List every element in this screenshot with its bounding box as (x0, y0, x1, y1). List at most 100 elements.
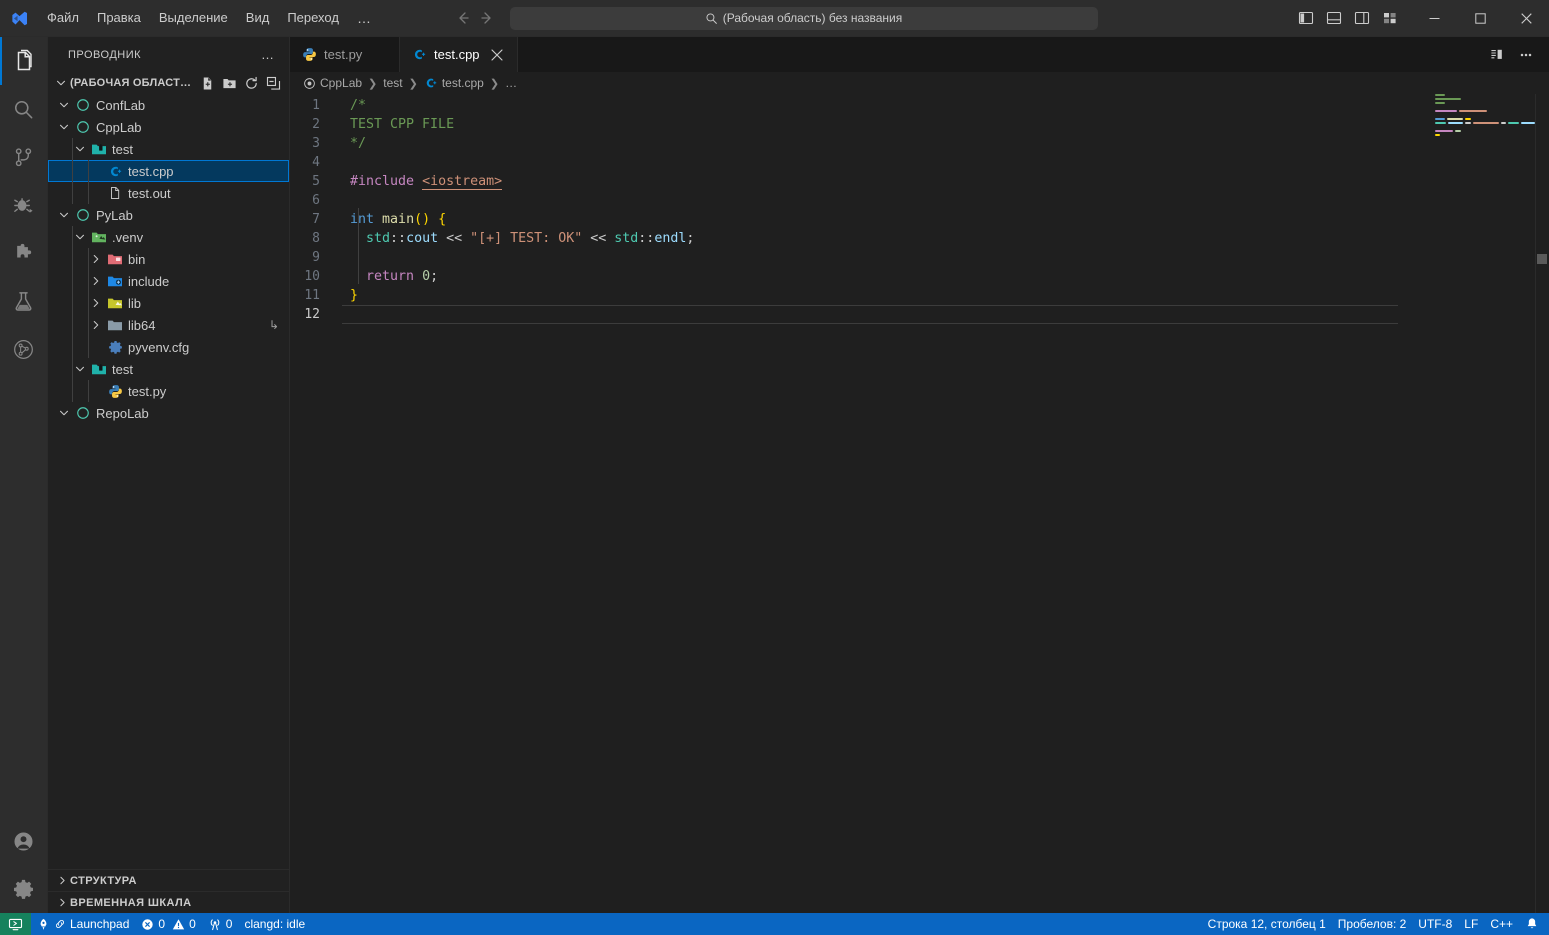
status-eol[interactable]: LF (1458, 913, 1484, 935)
activity-testing[interactable] (0, 277, 48, 325)
workspace-root-header[interactable]: (РАБОЧАЯ ОБЛАСТЬ)… (48, 72, 289, 94)
tree-item-bin[interactable]: bin (48, 248, 289, 270)
status-problems[interactable]: 0 0 (135, 913, 201, 935)
code-line[interactable]: } (342, 286, 1549, 305)
code-content[interactable]: /* TEST CPP FILE */ #include <iostream> in… (342, 94, 1549, 913)
tree-item-lib64[interactable]: lib64 ↳ (48, 314, 289, 336)
command-center[interactable]: (Рабочая область) без названия (509, 6, 1098, 30)
minimap-segment (1435, 130, 1453, 132)
code-line[interactable]: #include <iostream> (342, 172, 1549, 191)
panel-left-icon[interactable] (1293, 6, 1319, 30)
menu-selection[interactable]: Выделение (150, 5, 237, 31)
sidebar-more-actions-icon[interactable]: … (255, 47, 281, 62)
explorer-sidebar: ПРОВОДНИК … (РАБОЧАЯ ОБЛАСТЬ)… ConfLab C… (48, 37, 290, 913)
remote-window-indicator[interactable] (0, 913, 31, 935)
code-line[interactable]: */ (342, 134, 1549, 153)
editor-scrollbar-thumb[interactable] (1537, 254, 1547, 264)
status-notifications[interactable] (1519, 913, 1545, 935)
code-token: ; (430, 269, 439, 284)
code-line[interactable] (342, 191, 1549, 210)
activity-accounts[interactable] (0, 817, 48, 865)
folder-green-icon (88, 229, 110, 245)
status-clangd[interactable]: clangd: idle (238, 913, 311, 935)
overview-ruler[interactable] (1535, 94, 1549, 913)
tree-item-test-py[interactable]: test.py (48, 380, 289, 402)
minimap[interactable] (1425, 94, 1536, 913)
minimap-line (1425, 94, 1535, 97)
minimap-line (1425, 122, 1536, 125)
activity-search[interactable] (0, 85, 48, 133)
menu-edit[interactable]: Правка (88, 5, 150, 31)
menu-view[interactable]: Вид (237, 5, 279, 31)
activity-run-and-debug[interactable] (0, 181, 48, 229)
close-icon[interactable] (487, 45, 507, 65)
tree-item-lib[interactable]: lib (48, 292, 289, 314)
code-editor[interactable]: 1 2 3 4 5 6 7 8 9 10 11 12 /* TEST CPP FILE */ #inclu… (290, 94, 1549, 913)
chevron-down-icon (54, 76, 68, 90)
panel-right-icon[interactable] (1349, 6, 1375, 30)
breadcrumb-item-test[interactable]: test (381, 76, 404, 90)
tree-item-repolab[interactable]: RepoLab (48, 402, 289, 424)
minimap-segment (1435, 94, 1445, 96)
tree-item-include[interactable]: include (48, 270, 289, 292)
breadcrumb-item-test-cpp[interactable]: test.cpp (422, 76, 486, 90)
activity-source-control[interactable] (0, 133, 48, 181)
code-line[interactable]: std::cout << "[+] TEST: OK" << std::endl… (342, 229, 1549, 248)
tree-item-pyvenv-cfg[interactable]: pyvenv.cfg (48, 336, 289, 358)
split-editor-icon[interactable] (1485, 42, 1511, 68)
tree-item-conflab[interactable]: ConfLab (48, 94, 289, 116)
menu-go[interactable]: Переход (278, 5, 348, 31)
tree-item-cpplab[interactable]: CppLab (48, 116, 289, 138)
collapse-all-icon[interactable] (263, 73, 283, 93)
status-encoding[interactable]: UTF-8 (1412, 913, 1458, 935)
status-editor-position[interactable]: Строка 12, столбец 1 (1202, 913, 1332, 935)
forward-arrow-icon[interactable] (476, 7, 498, 29)
twisty-placeholder (88, 182, 104, 204)
window-maximize-button[interactable] (1457, 0, 1503, 37)
code-line[interactable]: return 0; (342, 267, 1549, 286)
tree-item-pylab[interactable]: PyLab (48, 204, 289, 226)
code-line[interactable]: int main() { (342, 210, 1549, 229)
status-ports[interactable]: 0 (202, 913, 239, 935)
status-launchpad[interactable]: Launchpad (31, 913, 135, 935)
status-language-mode[interactable]: C++ (1484, 913, 1519, 935)
sidebar-section-outline[interactable]: СТРУКТУРА (48, 869, 289, 891)
code-line[interactable] (342, 153, 1549, 172)
new-file-icon[interactable] (197, 73, 217, 93)
tab-label: test.cpp (434, 47, 480, 62)
code-line[interactable]: /* (342, 96, 1549, 115)
breadcrumb-item-overflow[interactable]: … (503, 76, 519, 90)
code-line[interactable] (342, 248, 1549, 267)
new-folder-icon[interactable] (219, 73, 239, 93)
menu-overflow-icon[interactable]: … (348, 8, 381, 28)
activity-explorer[interactable] (0, 37, 48, 85)
menu-file[interactable]: Файл (38, 5, 88, 31)
panel-bottom-icon[interactable] (1321, 6, 1347, 30)
twisty-placeholder (88, 160, 104, 182)
activity-call-graph[interactable] (0, 325, 48, 373)
refresh-icon[interactable] (241, 73, 261, 93)
window-close-button[interactable] (1503, 0, 1549, 37)
window-minimize-button[interactable] (1411, 0, 1457, 37)
sidebar-section-timeline[interactable]: ВРЕМЕННАЯ ШКАЛА (48, 891, 289, 913)
tree-item-test[interactable]: test (48, 138, 289, 160)
tree-item-test[interactable]: test (48, 358, 289, 380)
tab-test-cpp[interactable]: test.cpp (400, 37, 518, 72)
status-indentation[interactable]: Пробелов: 2 (1332, 913, 1413, 935)
back-arrow-icon[interactable] (452, 7, 474, 29)
line-number: 4 (312, 155, 320, 170)
tree-item-test-cpp[interactable]: test.cpp (48, 160, 289, 182)
tree-item-venv[interactable]: .venv (48, 226, 289, 248)
tab-test-py[interactable]: test.py (290, 37, 400, 72)
breadcrumb-item-cpplab[interactable]: CppLab (301, 76, 364, 90)
code-token: /* (350, 98, 367, 113)
code-line[interactable]: TEST CPP FILE (342, 115, 1549, 134)
code-line[interactable] (342, 305, 1398, 324)
indent-guide (88, 160, 89, 182)
ellipsis-icon[interactable] (1513, 42, 1539, 68)
layout-grid-icon[interactable] (1377, 6, 1403, 30)
layout-controls (1293, 6, 1411, 30)
activity-settings-gear-icon[interactable] (0, 865, 48, 913)
activity-extensions[interactable] (0, 229, 48, 277)
tree-item-test-out[interactable]: test.out (48, 182, 289, 204)
